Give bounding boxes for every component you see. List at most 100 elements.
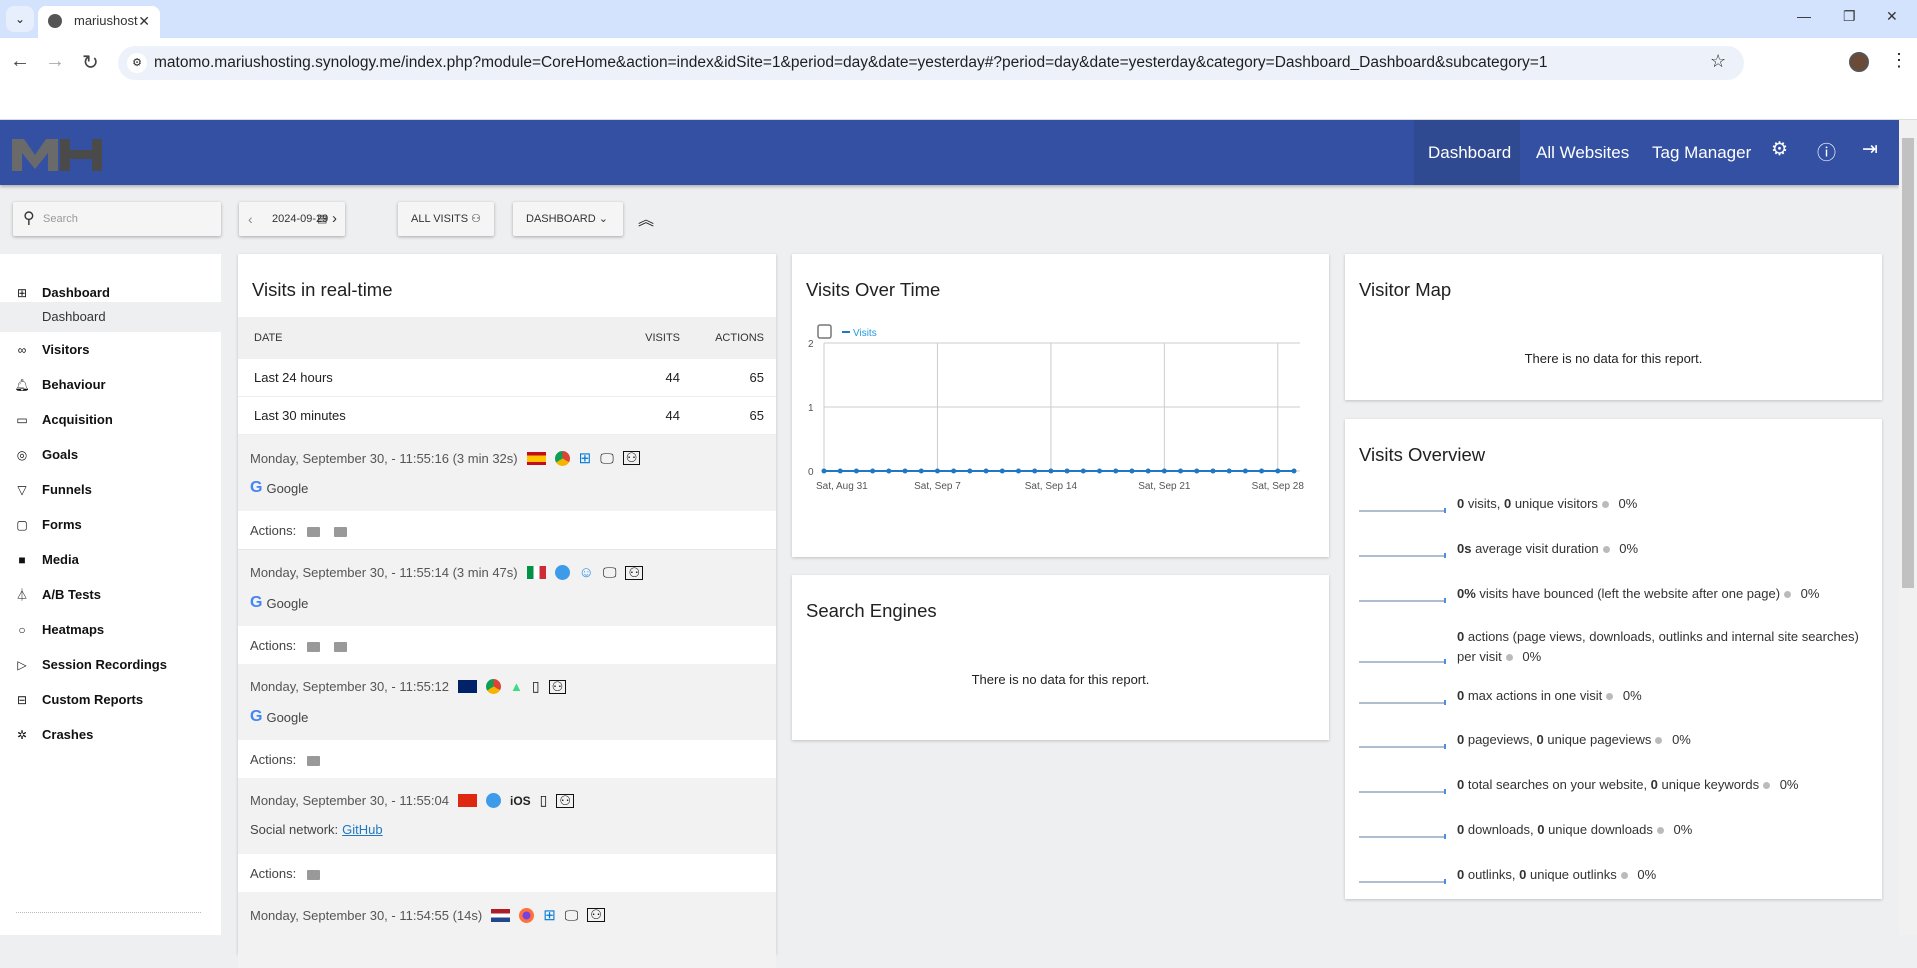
data-point xyxy=(902,468,908,474)
visitor-profile-icon[interactable]: ⚇ xyxy=(556,793,575,808)
gear-icon[interactable]: ⚙ xyxy=(1771,138,1788,161)
data-point xyxy=(837,468,843,474)
logout-icon[interactable]: ⇥ xyxy=(1862,138,1878,161)
profile-avatar[interactable] xyxy=(1849,52,1869,72)
restore-button[interactable]: ❐ xyxy=(1843,8,1856,25)
sidebar-item-heatmaps[interactable]: ○ Heatmaps xyxy=(0,615,221,645)
reload-button[interactable]: ↻ xyxy=(82,50,99,75)
sidebar-item-crashes[interactable]: ✲ Crashes xyxy=(0,720,221,750)
os-icon: ☺ xyxy=(578,564,594,581)
sidebar-item-dashboard-sub[interactable]: Dashboard xyxy=(0,302,221,332)
actions-label: Actions: xyxy=(250,752,297,767)
visit-entry[interactable]: Monday, September 30, - 11:54:55 (14s) ⊞… xyxy=(238,892,776,968)
no-data-message: There is no data for this report. xyxy=(971,672,1150,687)
data-point xyxy=(983,468,989,474)
sparkline[interactable] xyxy=(1359,598,1446,603)
visitor-profile-icon[interactable]: ⚇ xyxy=(622,451,641,465)
country-flag-icon xyxy=(457,680,477,693)
collapse-icon[interactable]: ︽ xyxy=(638,206,654,230)
action-folder-icon[interactable] xyxy=(307,870,320,880)
sparkline[interactable] xyxy=(1359,789,1446,794)
chart-type-icon xyxy=(817,324,832,339)
address-bar[interactable]: ⚙ matomo.mariushosting.synology.me/index.… xyxy=(118,46,1744,80)
forward-button[interactable]: → xyxy=(45,50,65,73)
google-icon: G xyxy=(250,594,263,611)
sidebar-item-custom-reports[interactable]: ⊟ Custom Reports xyxy=(0,685,221,715)
action-folder-icon[interactable] xyxy=(307,527,320,537)
country-flag-icon xyxy=(526,451,546,465)
back-button[interactable]: ← xyxy=(10,50,30,73)
action-folder-icon[interactable] xyxy=(307,756,320,766)
visit-entry[interactable]: Monday, September 30, - 11:55:12 ▲ ▯ ⚇ G… xyxy=(238,664,776,740)
info-icon[interactable]: ⓘ xyxy=(1817,138,1836,165)
os-icon: ⊞ xyxy=(578,450,592,467)
minimize-button[interactable]: — xyxy=(1797,8,1811,24)
browser-tab[interactable]: mariushost ✕ xyxy=(38,6,160,38)
logo[interactable] xyxy=(12,139,104,171)
sparkline[interactable] xyxy=(1359,553,1446,558)
nav-all-websites[interactable]: All Websites xyxy=(1522,120,1643,185)
tab-search-button[interactable]: ⌄ xyxy=(6,6,34,32)
sidebar-item-media[interactable]: ■ Media xyxy=(0,545,221,575)
actions-label: Actions: xyxy=(250,523,297,538)
close-tab-icon[interactable]: ✕ xyxy=(138,6,150,36)
data-point xyxy=(1064,468,1070,474)
sidebar-item-behaviour[interactable]: 🔔︎ Behaviour xyxy=(0,370,221,400)
no-data-message: There is no data for this report. xyxy=(1524,351,1703,366)
status-dot-icon xyxy=(1606,693,1614,700)
sidebar-item-a-b-tests[interactable]: ⏃ A/B Tests xyxy=(0,580,221,610)
sidebar-item-forms[interactable]: ▢ Forms xyxy=(0,510,221,540)
sidebar-item-session-recordings[interactable]: ▷ Session Recordings xyxy=(0,650,221,680)
visit-entry[interactable]: Monday, September 30, - 11:55:04 iOS ▯ ⚇… xyxy=(238,778,776,854)
visit-entry[interactable]: Monday, September 30, - 11:55:14 (3 min … xyxy=(238,550,776,626)
visit-actions: Actions: xyxy=(238,854,776,893)
sidebar-item-visitors[interactable]: ∞ Visitors xyxy=(0,335,221,365)
referrer-name: Google xyxy=(266,480,309,496)
sparkline[interactable] xyxy=(1359,879,1446,884)
search-input[interactable]: ⚲ Search xyxy=(13,202,221,236)
visit-entry[interactable]: Monday, September 30, - 11:55:16 (3 min … xyxy=(238,435,776,511)
segment-selector[interactable]: ALL VISITS ⚇ xyxy=(398,202,494,236)
browser-icon xyxy=(485,793,501,808)
next-period-icon[interactable]: › xyxy=(332,202,337,236)
widget-title: Visits Overview xyxy=(1359,444,1486,465)
scrollbar-thumb[interactable] xyxy=(1902,138,1914,588)
sparkline[interactable] xyxy=(1359,508,1446,513)
date-picker[interactable]: ‹ 2024-09-29 ▤ › xyxy=(239,202,345,236)
site-info-icon[interactable]: ⚙ xyxy=(127,53,147,73)
visitor-profile-icon[interactable]: ⚇ xyxy=(625,565,644,580)
target-icon: ◎ xyxy=(16,448,28,462)
sparkline[interactable] xyxy=(1359,700,1446,705)
referrer-name: Google xyxy=(266,595,309,611)
visitor-profile-icon[interactable]: ⚇ xyxy=(548,679,567,694)
actions-label: Actions: xyxy=(250,866,297,881)
visitor-profile-icon[interactable]: ⚇ xyxy=(587,908,605,922)
action-folder-icon[interactable] xyxy=(334,642,347,652)
prev-period-icon[interactable]: ‹ xyxy=(248,202,253,236)
action-folder-icon[interactable] xyxy=(334,527,347,537)
smartphone-icon: ▯ xyxy=(531,678,540,694)
close-window-button[interactable]: ✕ xyxy=(1886,8,1898,25)
sparkline[interactable] xyxy=(1359,659,1446,664)
metric-change: 0% xyxy=(1619,541,1639,556)
metric-text: 0 outlinks, 0 unique outlinks xyxy=(1457,867,1617,882)
dashboard-selector[interactable]: DASHBOARD ⌄ xyxy=(513,202,623,236)
sparkline[interactable] xyxy=(1359,744,1446,749)
sparkline[interactable] xyxy=(1359,834,1446,839)
bookmark-star-icon[interactable]: ☆ xyxy=(1710,51,1726,72)
data-point xyxy=(870,468,876,474)
realtime-row: Last 30 minutes 44 65 xyxy=(238,397,776,435)
sidebar-item-funnels[interactable]: ▽ Funnels xyxy=(0,475,221,505)
search-placeholder: Search xyxy=(43,213,78,225)
sidebar-item-goals[interactable]: ◎ Goals xyxy=(0,440,221,470)
source-link[interactable]: GitHub xyxy=(342,822,382,837)
nav-tag-manager[interactable]: Tag Manager xyxy=(1638,120,1765,185)
data-point xyxy=(821,468,827,474)
browser-menu-icon[interactable]: ⋮ xyxy=(1890,50,1908,71)
visit-time: Monday, September 30, - 11:55:12 xyxy=(250,679,449,694)
nav-dashboard[interactable]: Dashboard xyxy=(1414,120,1520,185)
table-header: DATE VISITS ACTIONS xyxy=(238,317,776,359)
sidebar-item-acquisition[interactable]: ▭ Acquisition xyxy=(0,405,221,435)
metric-change: 0% xyxy=(1637,867,1657,882)
action-folder-icon[interactable] xyxy=(307,642,320,652)
